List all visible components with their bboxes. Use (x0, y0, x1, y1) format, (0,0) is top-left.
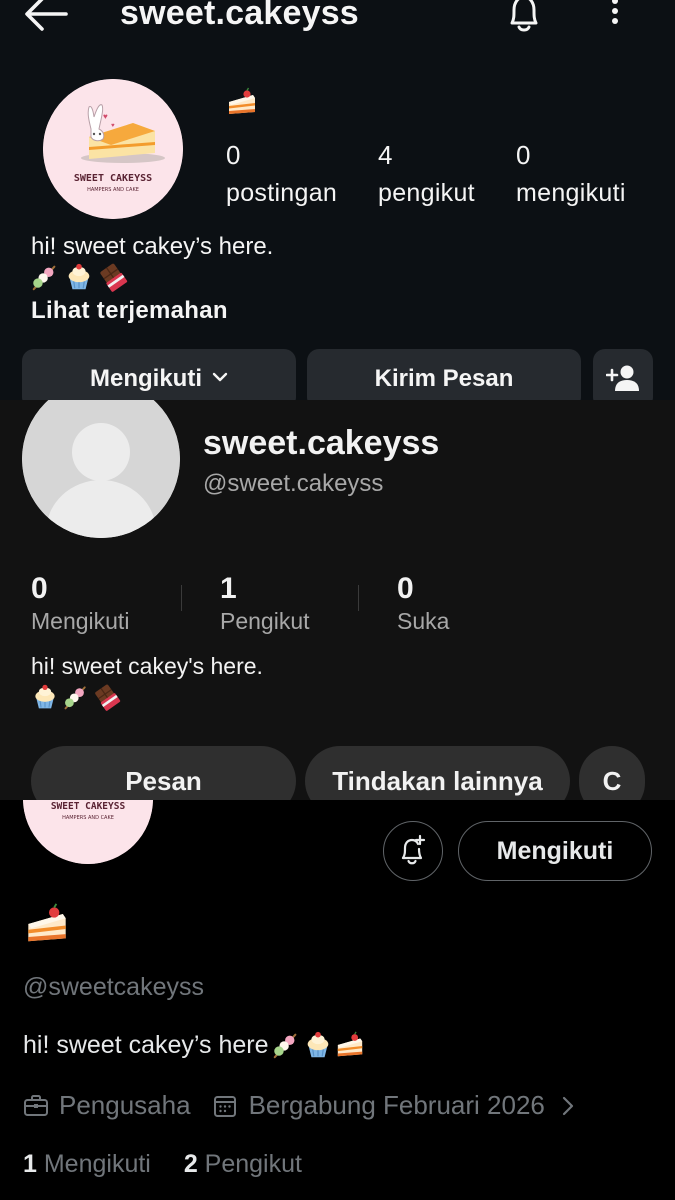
stat-followers-label: Pengikut (220, 608, 310, 634)
bio-text: hi! sweet cakey’s here. (31, 233, 274, 260)
chocolate-emoji-icon (98, 262, 128, 294)
cake-emoji-icon (335, 1030, 365, 1060)
default-avatar[interactable] (22, 400, 180, 538)
following-label: Mengikuti (43, 1150, 151, 1178)
partial-button-label: C (602, 766, 622, 796)
bell-plus-icon (396, 834, 430, 868)
stat-posts[interactable]: 0 postingan (226, 140, 337, 208)
bio-text: hi! sweet cakey's here. (31, 653, 263, 679)
username-handle: @sweetcakeyss (23, 973, 204, 1001)
bell-icon[interactable] (500, 0, 548, 36)
message-button[interactable]: Pesan (31, 746, 296, 800)
briefcase-icon (23, 1093, 49, 1119)
cupcake-emoji-icon (303, 1030, 333, 1060)
category-label: Pengusaha (59, 1090, 191, 1120)
stat-following-label: mengikuti (516, 179, 626, 207)
profile-username-title: sweet.cakeyss (120, 0, 359, 32)
cupcake-emoji-icon (64, 262, 94, 294)
following-button-label: Mengikuti (90, 365, 202, 392)
chevron-down-icon (212, 369, 228, 385)
stat-followers-count: 4 (378, 140, 393, 170)
bio: hi! sweet cakey’s here (23, 1030, 365, 1060)
stat-following-count: 0 (31, 572, 48, 605)
stat-following[interactable]: 0 Mengikuti (31, 572, 129, 635)
profile-meta-row: Pengusaha Bergabung Februari 2026 (23, 1090, 575, 1121)
more-actions-button-label: Tindakan lainnya (332, 766, 543, 796)
more-actions-button[interactable]: Tindakan lainnya (305, 746, 570, 800)
display-name: sweet.cakeyss (203, 424, 440, 462)
following-count: 1 (23, 1150, 37, 1178)
cupcake-emoji-icon (31, 683, 59, 713)
cake-emoji-icon (24, 900, 70, 948)
profile-avatar-logo[interactable]: ♥ ♥ SWEET CAKEYSS HAMPERS AND CAKE (43, 79, 183, 219)
add-person-button[interactable] (593, 349, 653, 400)
send-message-button-label: Kirim Pesan (374, 365, 514, 392)
joined-date-label: Bergabung Februari 2026 (248, 1090, 545, 1120)
stat-following-count: 0 (516, 140, 531, 170)
following-button[interactable]: Mengikuti (458, 821, 652, 881)
logo-subtext: HAMPERS AND CAKE (87, 187, 139, 193)
following-link[interactable]: 1 Mengikuti (23, 1150, 151, 1178)
stat-posts-label: postingan (226, 179, 338, 207)
back-arrow-icon[interactable] (22, 0, 70, 34)
follow-stats: 1 Mengikuti 2 Pengikut (23, 1150, 302, 1179)
stat-likes-count: 0 (397, 572, 414, 605)
stat-following[interactable]: 0 mengikuti (516, 140, 626, 208)
calendar-icon (213, 1094, 237, 1118)
stat-divider (358, 585, 359, 611)
followers-label: Pengikut (204, 1150, 302, 1178)
stat-followers[interactable]: 4 pengikut (378, 140, 475, 208)
stat-posts-count: 0 (226, 140, 241, 170)
chocolate-emoji-icon (93, 683, 121, 713)
stat-divider (181, 585, 182, 611)
bio-emojis (31, 683, 121, 713)
dango-emoji-icon (62, 683, 90, 713)
bio-text: hi! sweet cakey’s here (23, 1030, 269, 1059)
dango-emoji-icon (30, 262, 60, 294)
chevron-right-icon[interactable] (561, 1095, 575, 1117)
stat-followers-label: pengikut (378, 179, 475, 207)
stat-likes[interactable]: 0 Suka (397, 572, 449, 635)
see-translation-link[interactable]: Lihat terjemahan (31, 297, 228, 325)
svg-text:♥: ♥ (103, 112, 108, 121)
instagram-profile-section: sweet.cakeyss ♥ ♥ SWEET CAKEYSS HAMPERS … (0, 0, 675, 400)
dango-emoji-icon (271, 1030, 301, 1060)
following-button[interactable]: Mengikuti (22, 349, 296, 400)
tiktok-profile-section: sweet.cakeyss @sweet.cakeyss 0 Mengikuti… (0, 400, 675, 800)
logo-text: SWEET CAKEYSS (74, 173, 152, 184)
stat-followers-count: 1 (220, 572, 237, 605)
followers-count: 2 (183, 1150, 198, 1178)
more-vertical-icon[interactable] (600, 0, 630, 34)
add-person-icon (606, 363, 640, 393)
notification-bell-button[interactable] (383, 821, 443, 881)
logo-subtext: HAMPERS AND CAKE (62, 815, 114, 821)
profile-avatar-logo[interactable]: SWEET CAKEYSS HAMPERS AND CAKE (23, 800, 153, 864)
send-message-button[interactable]: Kirim Pesan (307, 349, 581, 400)
username-handle: @sweet.cakeyss (203, 470, 384, 497)
logo-text: SWEET CAKEYSS (51, 801, 126, 812)
followers-link[interactable]: 2 Pengikut (184, 1150, 302, 1178)
message-button-label: Pesan (125, 766, 202, 796)
svg-text:♥: ♥ (111, 123, 115, 129)
partial-button[interactable]: C (579, 746, 645, 800)
cake-emoji-icon (226, 86, 258, 118)
x-profile-section: SWEET CAKEYSS HAMPERS AND CAKE Mengikuti… (0, 800, 675, 1200)
stat-followers[interactable]: 1 Pengikut (220, 572, 310, 635)
stat-following-label: Mengikuti (31, 608, 130, 634)
stat-likes-label: Suka (397, 608, 450, 634)
bio-emojis (30, 262, 128, 294)
